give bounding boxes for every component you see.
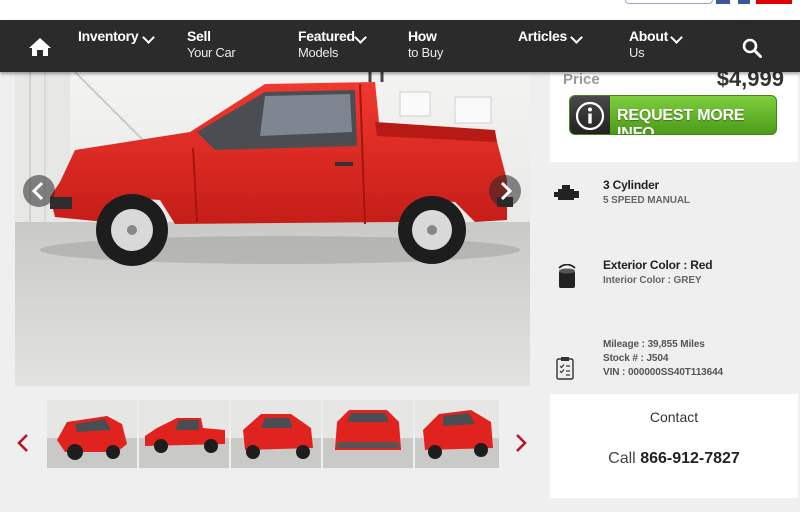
contact-panel: Contact Call 866-912-7827 — [550, 394, 798, 498]
top-header-strip — [0, 0, 800, 20]
main-vehicle-photo[interactable] — [15, 72, 530, 386]
nav-about-sublabel: Us — [629, 45, 645, 60]
price-label: Price — [563, 71, 600, 88]
paint-can-icon — [556, 263, 578, 295]
nav-item-about[interactable]: About Us — [629, 28, 683, 61]
header-badge[interactable] — [625, 0, 713, 4]
nav-item-featured[interactable]: Featured Models — [298, 28, 367, 61]
request-more-info-button[interactable]: REQUEST MORE INFO — [569, 95, 777, 135]
exterior-color: Exterior Color : Red — [603, 258, 713, 272]
thumbnail-strip — [0, 399, 540, 471]
transmission: 5 SPEED MANUAL — [603, 195, 690, 206]
color-spec: Exterior Color : Red Interior Color : GR… — [550, 252, 798, 312]
engine-cylinders: 3 Cylinder — [603, 178, 660, 192]
nav-sell-sublabel: Your Car — [187, 45, 236, 60]
price-panel: Price $4,999 REQUEST MORE INFO — [550, 66, 798, 162]
contact-heading: Contact — [649, 409, 699, 425]
thumbnail-next-button[interactable] — [514, 432, 528, 454]
main-navigation: Inventory Sell Your Car Featured Models … — [0, 20, 800, 72]
vin-number: VIN : 000000SS40T113644 — [603, 367, 724, 378]
stock-number: Stock # : J504 — [603, 353, 669, 364]
details-spec: Mileage : 39,855 Miles Stock # : J504 VI… — [550, 336, 798, 384]
request-button-label: REQUEST MORE INFO — [617, 107, 745, 135]
home-icon[interactable] — [26, 36, 54, 58]
nav-featured-sublabel: Models — [298, 45, 339, 60]
youtube-icon[interactable] — [756, 0, 792, 4]
previous-photo-button[interactable] — [23, 175, 55, 207]
nav-featured-label: Featured — [298, 28, 355, 44]
nav-how-label: How — [408, 28, 437, 44]
chevron-right-icon — [516, 434, 527, 452]
thumbnail-5[interactable] — [415, 400, 499, 468]
thumbnail-2[interactable] — [139, 400, 229, 468]
chevron-down-icon — [354, 31, 367, 44]
mileage: Mileage : 39,855 Miles — [603, 339, 705, 350]
nav-inventory-label: Inventory — [78, 28, 139, 44]
social-icon[interactable] — [738, 0, 750, 4]
interior-color: Interior Color : GREY — [603, 275, 702, 286]
nav-item-sell[interactable]: Sell Your Car — [187, 28, 236, 61]
nav-how-sublabel: to Buy — [408, 45, 444, 60]
nav-sell-label: Sell — [187, 28, 211, 44]
engine-spec: 3 Cylinder 5 SPEED MANUAL — [550, 172, 798, 232]
nav-item-how-to-buy[interactable]: How to Buy — [408, 28, 443, 61]
info-icon-zone — [570, 96, 610, 134]
chevron-left-icon — [31, 181, 44, 201]
call-phone-link[interactable]: Call 866-912-7827 — [550, 450, 798, 468]
clipboard-checklist-icon — [556, 356, 574, 385]
phone-number: 866-912-7827 — [640, 450, 740, 467]
chevron-right-icon — [500, 181, 513, 201]
thumbnail-1[interactable] — [47, 400, 137, 468]
search-icon[interactable] — [741, 37, 763, 59]
next-photo-button[interactable] — [489, 175, 521, 207]
chevron-down-icon — [142, 31, 155, 44]
chevron-down-icon — [570, 31, 583, 44]
nav-articles-label: Articles — [518, 28, 567, 44]
nav-about-label: About — [629, 28, 668, 44]
facebook-icon[interactable] — [716, 0, 730, 4]
nav-item-inventory[interactable]: Inventory — [78, 28, 155, 45]
chevron-down-icon — [670, 31, 683, 44]
thumbnail-4[interactable] — [323, 400, 413, 468]
thumbnail-3[interactable] — [231, 400, 321, 468]
info-icon — [575, 101, 605, 131]
nav-item-articles[interactable]: Articles — [518, 28, 583, 45]
call-prefix: Call — [608, 450, 636, 467]
engine-icon — [554, 184, 580, 209]
